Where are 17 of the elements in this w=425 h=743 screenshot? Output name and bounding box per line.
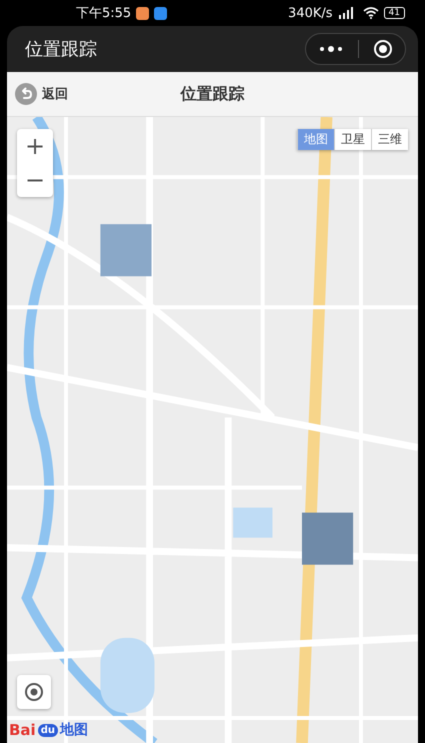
page-title: 位置跟踪 (180, 84, 244, 104)
window-title: 位置跟踪 (25, 38, 97, 61)
status-time: 下午5:55 (76, 5, 132, 22)
zoom-out-button[interactable]: − (17, 163, 53, 197)
locate-button[interactable] (17, 675, 51, 709)
more-icon[interactable] (318, 45, 344, 53)
zoom-in-button[interactable]: + (17, 129, 53, 163)
back-button[interactable]: 返回 (7, 83, 76, 105)
target-icon (24, 682, 44, 702)
app-notification-icon (154, 6, 168, 20)
map-logo: Bai du 地图 (9, 721, 88, 739)
network-speed: 340K/s (288, 6, 333, 20)
map-type-tab[interactable]: 三维 (371, 129, 408, 150)
map-type-tab[interactable]: 卫星 (334, 129, 371, 150)
battery-indicator: 41 (384, 7, 405, 19)
app-notification-icon (136, 6, 150, 20)
wifi-icon (362, 7, 379, 19)
